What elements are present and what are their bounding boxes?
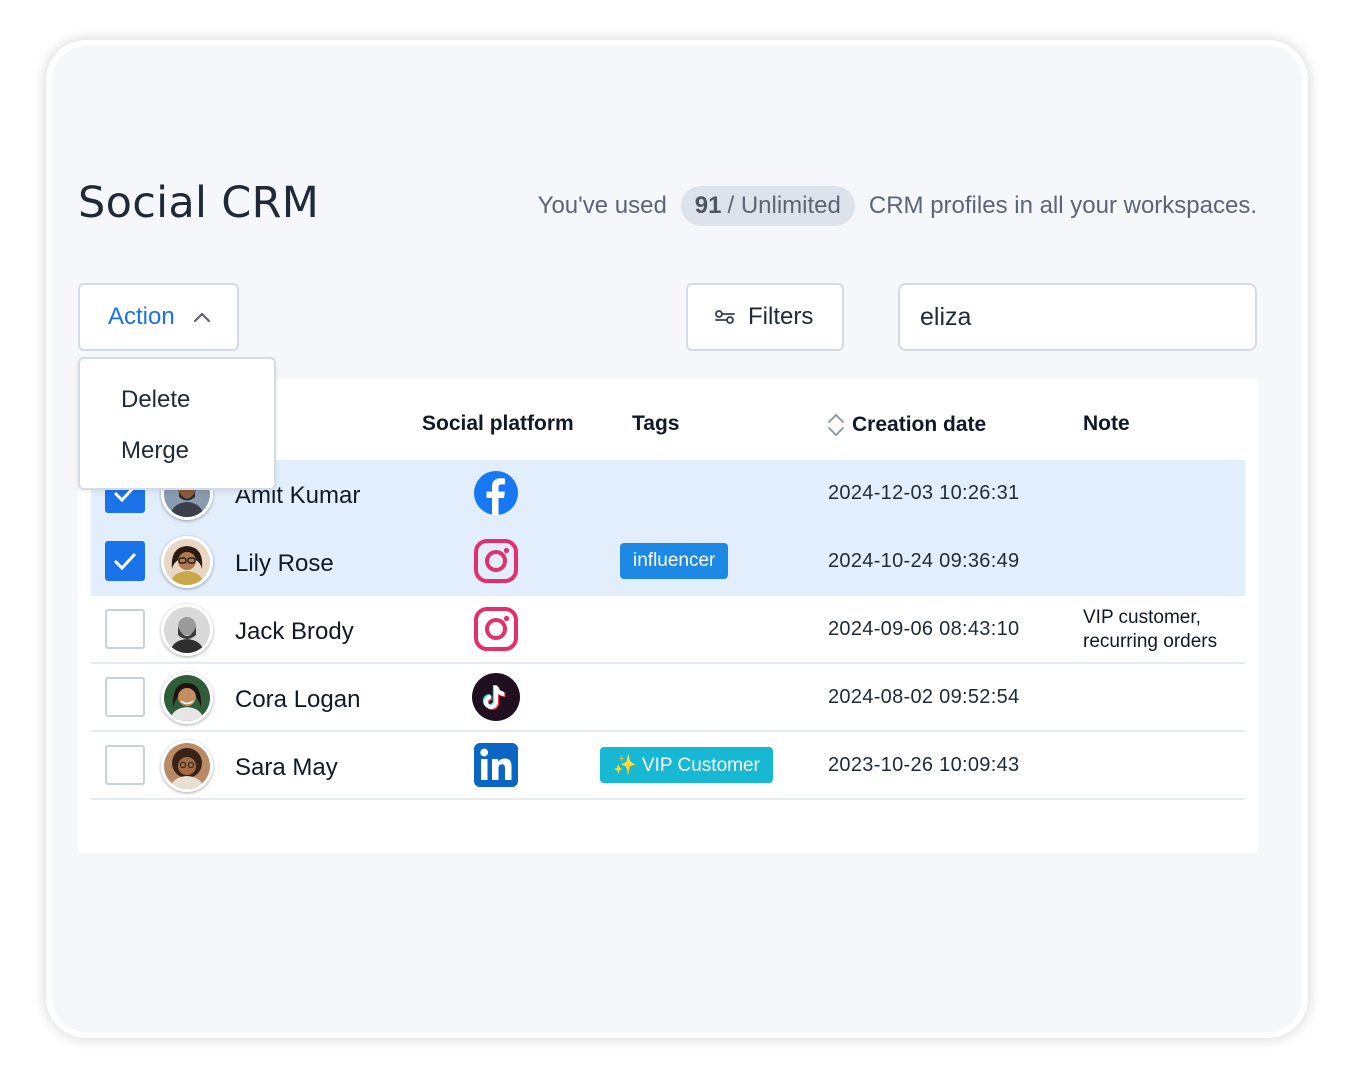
filters-button-label: Filters — [748, 303, 814, 330]
usage-prefix: You've used — [537, 192, 667, 219]
usage-count: 91 — [694, 192, 722, 219]
table-row[interactable]: Sara May ✨ VIP Customer 2023-10-26 10:09… — [91, 732, 1245, 800]
contact-note: VIP customer, recurring orders — [1083, 606, 1253, 654]
contact-name[interactable]: Lily Rose — [235, 550, 334, 578]
menu-item-delete[interactable]: Delete — [121, 386, 190, 414]
note-line: recurring orders — [1083, 631, 1218, 652]
tag-badge[interactable]: ✨ VIP Customer — [600, 747, 773, 783]
usage-summary: You've used 91 / Unlimited CRM profiles … — [538, 186, 1257, 226]
row-checkbox[interactable] — [105, 609, 145, 649]
creation-date: 2024-08-02 09:52:54 — [828, 686, 1020, 708]
column-header-date[interactable]: Creation date — [826, 412, 986, 438]
avatar — [161, 672, 213, 724]
creation-date: 2024-09-06 08:43:10 — [828, 618, 1020, 640]
page-title: Social CRM — [78, 178, 320, 228]
action-menu: Delete Merge — [78, 357, 276, 490]
contact-name[interactable]: Cora Logan — [235, 686, 360, 714]
avatar — [161, 740, 213, 792]
avatar — [161, 604, 213, 656]
note-line: VIP customer, — [1083, 607, 1201, 628]
table-row[interactable]: Cora Logan 2024-08-02 09:52:54 — [91, 664, 1245, 732]
column-header-platform: Social platform — [422, 412, 574, 435]
tag-badge[interactable]: influencer — [620, 543, 729, 579]
sort-icon[interactable] — [826, 412, 846, 438]
creation-date: 2024-10-24 09:36:49 — [828, 550, 1020, 572]
search-input[interactable] — [920, 302, 1242, 332]
action-button-label: Action — [108, 303, 175, 330]
usage-suffix: CRM profiles in all your workspaces. — [868, 192, 1257, 219]
tiktok-icon[interactable] — [471, 672, 521, 722]
contact-name[interactable]: Sara May — [235, 754, 338, 782]
filters-button[interactable]: Filters — [686, 283, 844, 351]
search-box — [898, 283, 1257, 351]
creation-date: 2023-10-26 10:09:43 — [828, 754, 1020, 776]
usage-limit: / Unlimited — [727, 192, 841, 219]
column-header-note: Note — [1083, 412, 1130, 435]
instagram-icon[interactable] — [471, 604, 521, 654]
column-header-tags: Tags — [632, 412, 680, 435]
contact-name[interactable]: Jack Brody — [235, 618, 354, 646]
filters-icon — [715, 310, 735, 324]
checkmark-icon — [113, 552, 137, 571]
creation-date: 2024-12-03 10:26:31 — [828, 482, 1020, 504]
menu-item-merge[interactable]: Merge — [121, 437, 189, 465]
table-row[interactable]: Jack Brody 2024-09-06 08:43:10 VIP custo… — [91, 596, 1245, 664]
instagram-icon[interactable] — [471, 536, 521, 586]
row-checkbox[interactable] — [105, 541, 145, 581]
action-button[interactable]: Action — [78, 283, 239, 351]
row-checkbox[interactable] — [105, 677, 145, 717]
facebook-icon[interactable] — [471, 468, 521, 518]
row-checkbox[interactable] — [105, 745, 145, 785]
table-row[interactable]: Lily Rose influencer 2024-10-24 09:36:49 — [91, 528, 1245, 596]
column-header-date-label: Creation date — [852, 413, 987, 436]
linkedin-icon[interactable] — [471, 740, 521, 790]
usage-badge: 91 / Unlimited — [680, 186, 855, 226]
avatar — [161, 536, 213, 588]
chevron-up-icon — [193, 312, 210, 323]
